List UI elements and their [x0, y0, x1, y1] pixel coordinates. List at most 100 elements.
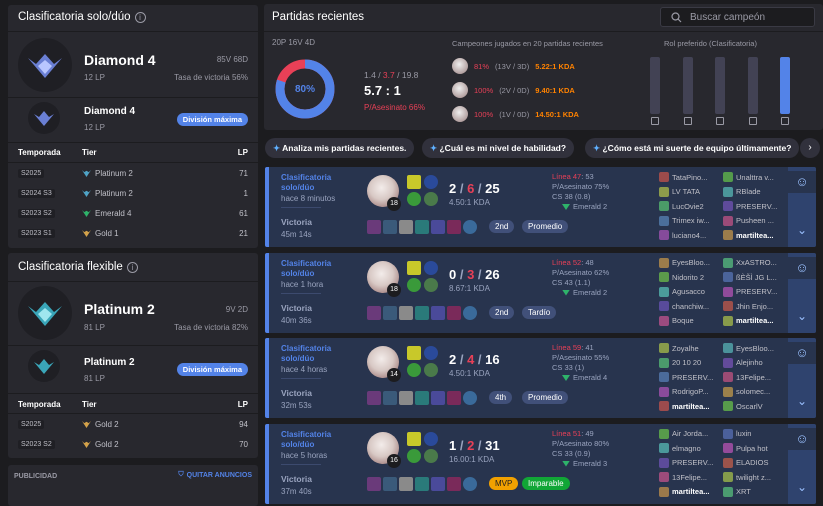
player-link[interactable]: Agusacco	[659, 286, 719, 297]
player-name: Unalttra v...	[736, 172, 774, 182]
player-link[interactable]: chanchiw...	[659, 301, 719, 311]
item-icon	[447, 476, 461, 491]
player-link[interactable]: 13Felipe...	[723, 372, 783, 382]
player-link[interactable]: EyesBloo...	[723, 343, 783, 353]
player-link[interactable]: RodrigoP...	[659, 386, 719, 397]
ads-label: PUBLICIDAD	[14, 473, 58, 480]
player-champion-icon	[659, 401, 669, 411]
player-link[interactable]: Unalttra v...	[723, 172, 783, 182]
player-link[interactable]: martiltea...	[723, 315, 783, 326]
item-icon	[399, 391, 413, 405]
player-link[interactable]: LV TATA	[659, 186, 719, 197]
player-link[interactable]: Air Jorda...	[659, 428, 719, 439]
ai-assistant-icon[interactable]: ☺	[788, 171, 816, 193]
player-champion-icon	[659, 386, 669, 397]
champion-winrate: 100%	[474, 109, 494, 119]
match-tag: 4th	[489, 391, 513, 404]
item-icon	[415, 305, 429, 320]
player-champion-icon	[659, 201, 669, 211]
player-link[interactable]: PRESERV...	[659, 457, 719, 468]
match-tag: Imparable	[522, 476, 570, 490]
ai-assistant-icon[interactable]: ☺	[788, 342, 816, 364]
expand-match-button[interactable]: ☺ ⌄	[788, 252, 816, 333]
player-link[interactable]: 20 10 20	[659, 357, 719, 368]
avg-kda-ratio: 5.7 : 1	[364, 83, 401, 98]
player-link[interactable]: solomec...	[723, 386, 783, 397]
player-link[interactable]: OscarlV	[723, 401, 783, 411]
expand-match-button[interactable]: ☺ ⌄	[788, 423, 816, 504]
match-kda-ratio: 8.67:1 KDA	[449, 283, 490, 293]
player-champion-icon	[723, 315, 733, 326]
player-link[interactable]: ßÈŠÌ JG L...	[723, 272, 783, 282]
summoner-spell-icon	[407, 346, 421, 360]
match-divider	[281, 378, 321, 379]
player-champion-icon	[723, 186, 733, 197]
player-link[interactable]: LucOvie2	[659, 201, 719, 211]
player-link[interactable]: TataPino...	[659, 172, 719, 182]
player-link[interactable]: martiltea...	[723, 230, 783, 240]
player-link[interactable]: ELADIOS	[723, 457, 783, 468]
player-name: XRT	[736, 487, 751, 496]
player-link[interactable]: PRESERV...	[723, 201, 783, 211]
player-link[interactable]: Pulpa hot	[723, 443, 783, 453]
player-link[interactable]: twilight z...	[723, 472, 783, 482]
remove-ads-button[interactable]: ⛉ QUITAR ANUNCIOS	[178, 471, 252, 479]
player-link[interactable]: Trimex iw...	[659, 215, 719, 226]
chips-next-button[interactable]: ›	[800, 138, 820, 158]
player-link[interactable]: 13Felipe...	[659, 472, 719, 482]
assists: 16	[485, 352, 500, 367]
champion-stat-row[interactable]: 100% (2V / 0D) 9.40:1 KDA	[452, 82, 575, 98]
player-link[interactable]: Jhin Enjo...	[723, 301, 783, 311]
ai-assistant-icon[interactable]: ☺	[788, 427, 816, 450]
player-link[interactable]: Zoyalhe	[659, 343, 719, 353]
player-link[interactable]: martiltea...	[659, 486, 719, 497]
player-link[interactable]: XxASTRO...	[723, 257, 783, 268]
ai-question-chip[interactable]: ✦ Analiza mis partidas recientes.	[265, 138, 415, 158]
diamond-small-emblem-icon	[28, 102, 60, 134]
match-stats: Línea 59: 41 P/Asesinato 55% CS 33 (1) Emer…	[552, 343, 609, 383]
season-chip: S2023 S2	[18, 440, 55, 449]
rune-icon	[407, 448, 421, 463]
ai-question-chip[interactable]: ✦ ¿Cuál es mi nivel de habilidad?	[422, 138, 575, 158]
role-mid-icon	[716, 117, 724, 125]
player-name: Pulpa hot	[736, 443, 768, 453]
season-tier: Emerald 4	[82, 209, 131, 218]
player-link[interactable]: PRESERV...	[659, 372, 719, 382]
player-name: Trimex iw...	[672, 216, 710, 225]
player-link[interactable]: PRESERV...	[723, 286, 783, 297]
player-link[interactable]: elmagno	[659, 443, 719, 453]
rune-icon	[407, 363, 421, 377]
match-stats: Línea 52: 48 P/Asesinato 62% CS 43 (1.1) Em…	[552, 258, 609, 298]
record-summary: 20P 16V 4D	[272, 38, 315, 47]
player-champion-icon	[723, 272, 733, 282]
player-link[interactable]: EyesBloo...	[659, 257, 719, 268]
match-card: Clasificatoria solo/dúo hace 1 hora Victor…	[265, 252, 816, 333]
player-name: 13Felipe...	[736, 372, 772, 382]
player-link[interactable]: Boque	[659, 315, 719, 326]
rank-label: Emerald 2	[573, 202, 608, 211]
info-icon[interactable]: i	[126, 261, 138, 273]
player-link[interactable]: Alejinho	[723, 357, 783, 368]
ai-assistant-icon[interactable]: ☺	[788, 256, 816, 279]
summoner-spell-icon	[424, 175, 438, 189]
player-link[interactable]: luxin	[723, 428, 783, 439]
info-icon[interactable]: i	[134, 11, 146, 23]
summoner-spell-icon	[424, 260, 438, 275]
match-tag: 2nd	[489, 220, 515, 233]
champion-stat-row[interactable]: 100% (1V / 0D) 14.50:1 KDA	[452, 106, 579, 122]
match-kda: 1 / 2 / 31	[449, 437, 500, 453]
player-link[interactable]: martiltea...	[659, 401, 719, 411]
rune-icon	[407, 277, 421, 292]
expand-match-button[interactable]: ☺ ⌄	[788, 167, 816, 247]
item-icon	[415, 391, 429, 405]
player-link[interactable]: Pusheen ...	[723, 215, 783, 226]
champion-search-input[interactable]: Buscar campeón	[660, 7, 815, 27]
champion-stat-row[interactable]: 81% (13V / 3D) 5.22:1 KDA	[452, 58, 575, 74]
player-name: Jhin Enjo...	[736, 301, 774, 311]
player-link[interactable]: RBlade	[723, 186, 783, 197]
player-link[interactable]: XRT	[723, 486, 783, 497]
player-link[interactable]: Nidorito 2	[659, 272, 719, 282]
ai-question-chip[interactable]: ✦ ¿Cómo está mi suerte de equipo últimam…	[585, 138, 800, 158]
expand-match-button[interactable]: ☺ ⌄	[788, 338, 816, 418]
player-link[interactable]: luciano4...	[659, 230, 719, 240]
